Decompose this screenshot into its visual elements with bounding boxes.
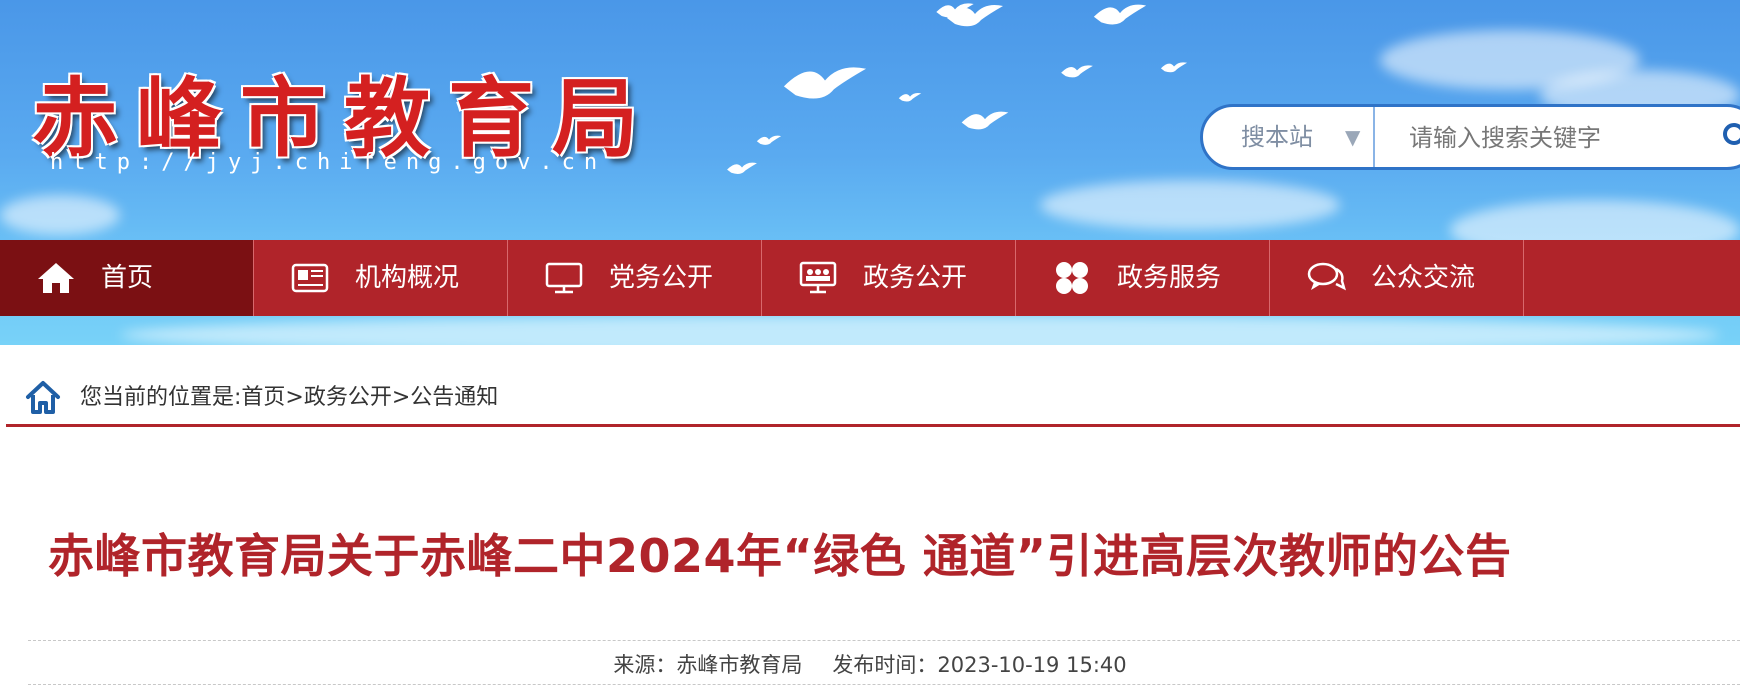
newspaper-icon: [291, 263, 329, 293]
nav-item-party-affairs[interactable]: 党务公开: [508, 240, 762, 316]
monitor-icon: [545, 262, 583, 294]
home-icon: [38, 263, 74, 293]
breadcrumb: 您当前的位置是:首页>政务公开>公告通知: [24, 376, 1740, 420]
article-title: 赤峰市教育局关于赤峰二中2024年“绿色 通道”引进高层次教师的公告: [48, 529, 1512, 583]
search-bar: 搜本站 ▼: [1200, 104, 1740, 170]
main-nav: 首页 机构概况 党务公开 政务公开 政务服务 公众交流: [0, 240, 1740, 316]
nav-item-government-affairs[interactable]: 政务公开: [762, 240, 1016, 316]
meta-divider-top: [28, 640, 1740, 641]
chevron-down-icon: ▼: [1345, 125, 1361, 149]
home-icon[interactable]: [24, 378, 62, 416]
breadcrumb-divider: [6, 424, 1740, 427]
site-url: http://jyj.chifeng.gov.cn: [50, 150, 607, 175]
article-meta: 来源：赤峰市教育局 发布时间：2023-10-19 15:40: [0, 648, 1740, 682]
search-scope-select[interactable]: 搜本站 ▼: [1203, 107, 1375, 167]
dove-icon: [1093, 4, 1147, 25]
cloud: [1040, 180, 1340, 230]
dove-icon: [936, 3, 974, 18]
nav-label: 政务公开: [863, 263, 968, 293]
dove-icon: [783, 67, 867, 99]
nav-item-public-communication[interactable]: 公众交流: [1270, 240, 1524, 316]
search-input[interactable]: [1379, 107, 1740, 169]
grid-icon: [1056, 262, 1088, 294]
cloud: [0, 195, 120, 235]
dove-icon: [1160, 62, 1188, 73]
search-scope-label: 搜本站: [1241, 123, 1313, 151]
nav-label: 首页: [101, 263, 154, 293]
chat-icon: [1307, 262, 1346, 291]
nav-label: 机构概况: [355, 263, 460, 293]
nav-item-government-services[interactable]: 政务服务: [1016, 240, 1270, 316]
dove-icon: [961, 111, 1009, 130]
article-source: 来源：赤峰市教育局: [613, 653, 803, 677]
nav-label: 党务公开: [609, 263, 714, 293]
cloud: [120, 315, 1720, 345]
dove-icon: [756, 135, 782, 145]
breadcrumb-text[interactable]: 您当前的位置是:首页>政务公开>公告通知: [80, 376, 498, 420]
dove-icon: [1061, 65, 1093, 78]
search-icon[interactable]: [1721, 121, 1740, 151]
nav-item-organization[interactable]: 机构概况: [254, 240, 508, 316]
nav-label: 公众交流: [1371, 263, 1476, 293]
dove-icon: [898, 93, 922, 102]
dove-icon: [727, 162, 757, 174]
nav-item-home[interactable]: 首页: [0, 240, 254, 316]
meta-divider-bottom: [28, 684, 1740, 685]
nav-label: 政务服务: [1117, 263, 1222, 293]
group-screen-icon: [799, 261, 837, 294]
article-date: 发布时间：2023-10-19 15:40: [832, 653, 1127, 677]
